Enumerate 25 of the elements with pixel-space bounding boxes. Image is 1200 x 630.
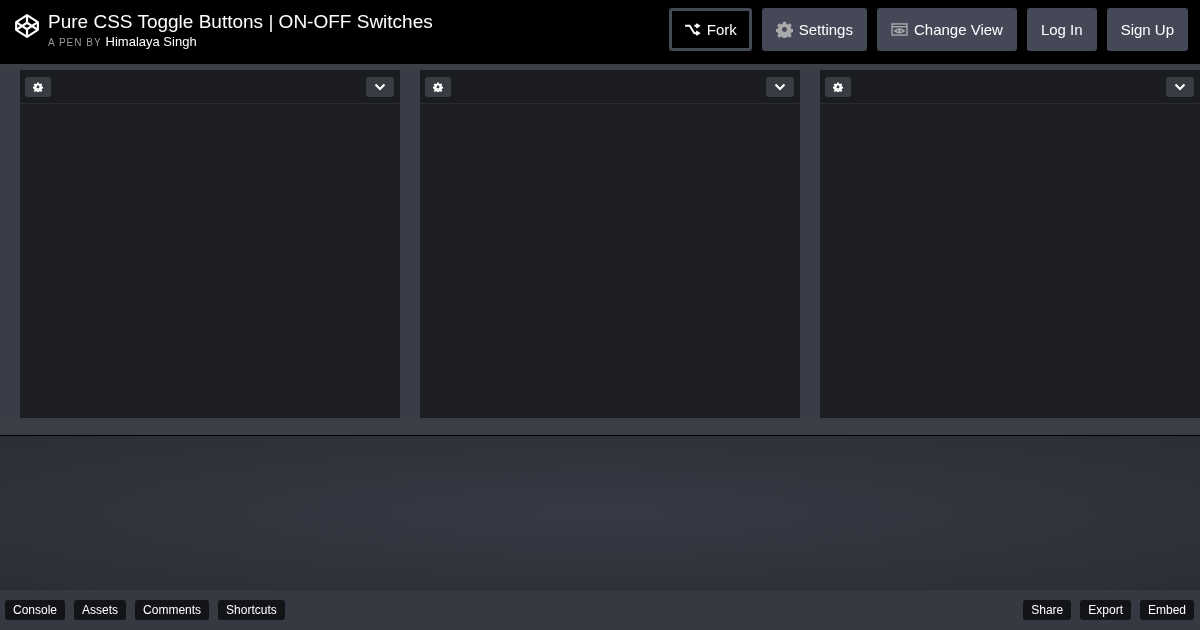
chevron-down-icon[interactable] [766,76,794,97]
chevron-down-icon[interactable] [366,76,394,97]
header-button[interactable]: Settings [761,7,867,51]
chevron-down-icon[interactable] [1166,76,1194,97]
author-link[interactable]: Himalaya Singh [105,33,197,49]
footer-button[interactable]: Export [1080,600,1131,620]
footer-button[interactable]: Console [5,600,66,620]
settings-icon[interactable] [425,76,451,97]
settings-icon [775,20,793,38]
footer-button[interactable]: Share [1023,600,1072,620]
settings-icon[interactable] [825,76,851,97]
fork-icon [683,22,701,36]
footer-button[interactable]: Assets [74,600,127,620]
cube-logo-icon[interactable] [14,12,40,39]
footer-button[interactable]: Shortcuts [218,600,285,620]
settings-icon[interactable] [25,76,51,97]
header-button[interactable]: Log In [1026,7,1097,51]
header-button[interactable]: Fork [668,7,752,51]
footer-button[interactable]: Comments [135,600,210,620]
byline-label: A PEN BY [48,36,102,48]
window-eye-icon [890,22,908,36]
header-button[interactable]: Sign Up [1106,7,1188,51]
footer-button[interactable]: Embed [1139,600,1194,620]
header-button[interactable]: Change View [876,7,1017,51]
pen-title: Pure CSS Toggle Buttons | ON-OFF Switches [48,9,433,34]
